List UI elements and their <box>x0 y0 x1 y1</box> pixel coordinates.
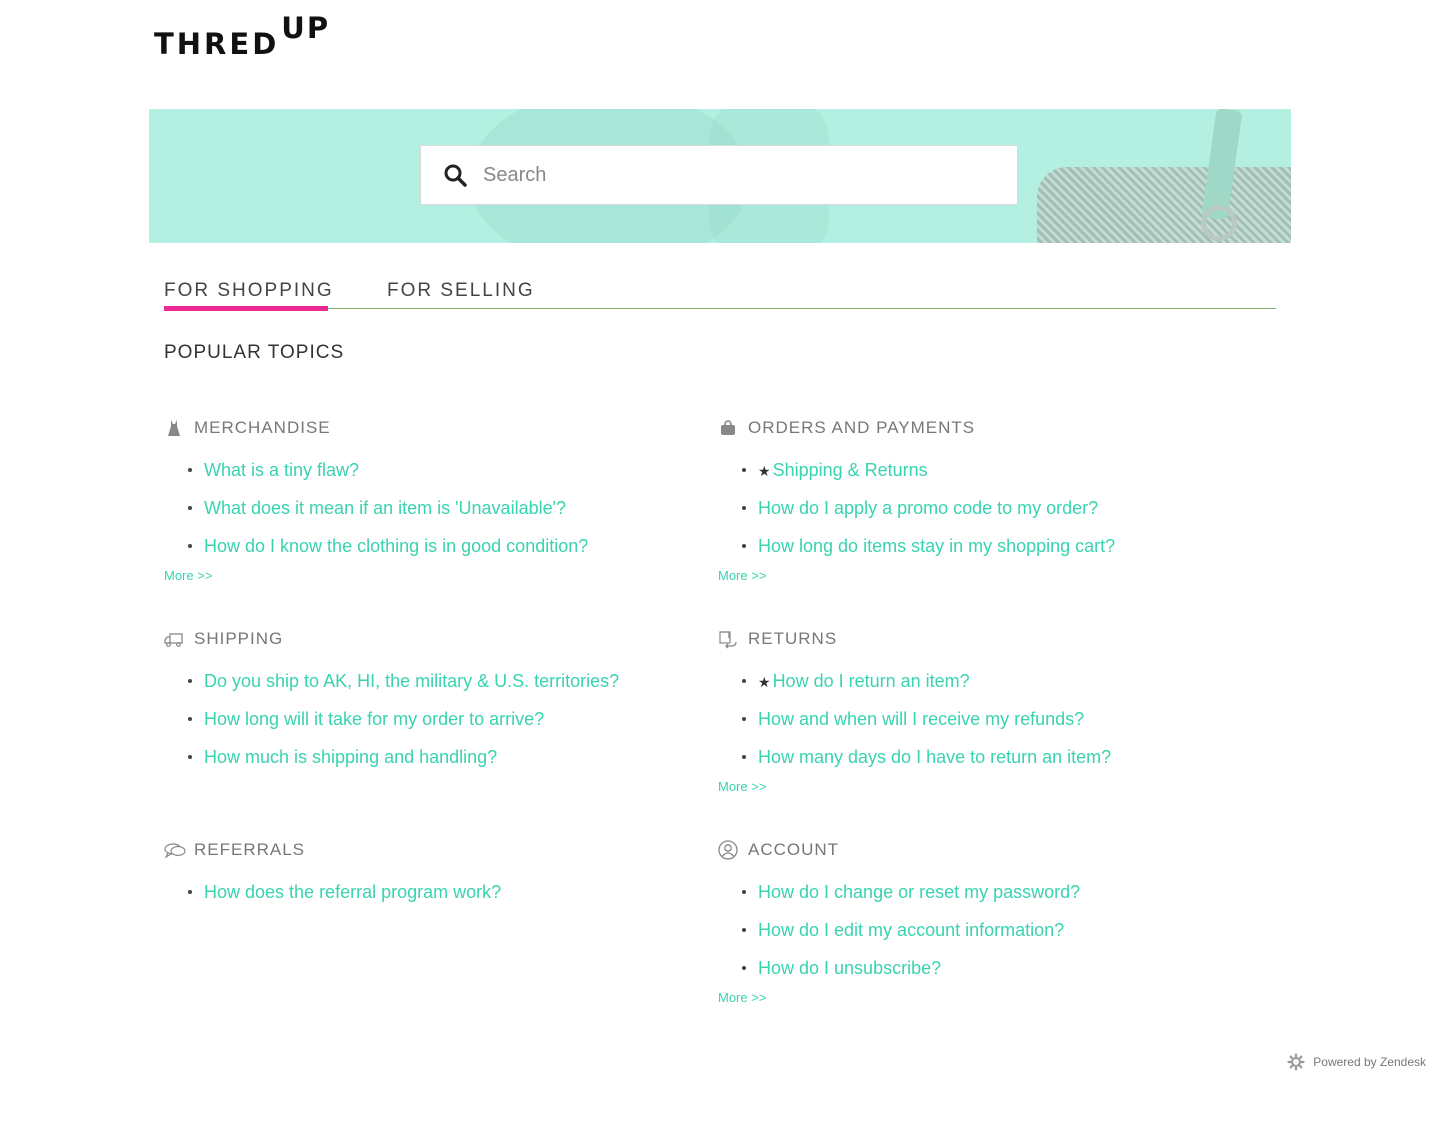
list-item: How many days do I have to return an ite… <box>718 745 1238 783</box>
popular-topics-heading: POPULAR TOPICS <box>164 342 345 363</box>
section-title: MERCHANDISE <box>194 418 331 437</box>
article-link[interactable]: What does it mean if an item is 'Unavail… <box>204 498 566 518</box>
star-icon: ★ <box>758 674 771 690</box>
article-link[interactable]: How and when will I receive my refunds? <box>758 709 1084 729</box>
article-link[interactable]: How do I apply a promo code to my order? <box>758 498 1098 518</box>
section-title: RETURNS <box>748 629 838 648</box>
section-title: SHIPPING <box>194 629 284 648</box>
article-link[interactable]: How do I know the clothing is in good co… <box>204 536 588 556</box>
list-item: How and when will I receive my refunds? <box>718 707 1238 745</box>
search-icon <box>443 163 467 187</box>
section-shipping: SHIPPING Do you ship to AK, HI, the mili… <box>164 627 684 783</box>
article-link[interactable]: How do I change or reset my password? <box>758 882 1080 902</box>
user-icon <box>718 840 738 860</box>
article-link[interactable]: How long will it take for my order to ar… <box>204 709 544 729</box>
section-orders-and-payments: ORDERS AND PAYMENTS ★ Shipping & Returns … <box>718 416 1238 583</box>
logo-text: THRED <box>154 27 280 61</box>
list-item: How does the referral program work? <box>164 880 684 918</box>
list-item: How much is shipping and handling? <box>164 745 684 783</box>
list-item: How do I change or reset my password? <box>718 880 1238 918</box>
section-referrals: REFERRALS How does the referral program … <box>164 838 684 918</box>
dress-icon <box>164 418 184 438</box>
section-title: ORDERS AND PAYMENTS <box>748 418 976 437</box>
article-link[interactable]: How do I return an item? <box>773 671 970 691</box>
star-icon: ★ <box>758 463 771 479</box>
list-item: ★ How do I return an item? <box>718 669 1238 707</box>
list-item: How do I apply a promo code to my order? <box>718 496 1238 534</box>
gear-icon <box>1287 1053 1305 1071</box>
article-link[interactable]: How much is shipping and handling? <box>204 747 497 767</box>
article-link[interactable]: How many days do I have to return an ite… <box>758 747 1111 767</box>
logo-superscript: UP <box>281 11 331 45</box>
article-link[interactable]: Shipping & Returns <box>773 460 928 480</box>
thredup-logo[interactable]: THREDUP <box>154 11 331 59</box>
article-link[interactable]: What is a tiny flaw? <box>204 460 359 480</box>
truck-icon <box>164 629 184 649</box>
chat-icon <box>164 840 186 860</box>
footer-text: Powered by Zendesk <box>1313 1055 1426 1069</box>
search-input[interactable] <box>481 162 965 188</box>
tab-for-shopping[interactable]: FOR SHOPPING <box>164 280 334 302</box>
list-item: What is a tiny flaw? <box>164 458 684 496</box>
section-title: ACCOUNT <box>748 840 840 859</box>
list-item: How do I unsubscribe? <box>718 956 1238 994</box>
category-tabs: FOR SHOPPING FOR SELLING <box>164 278 1276 311</box>
article-link[interactable]: How do I edit my account information? <box>758 920 1064 940</box>
article-link[interactable]: Do you ship to AK, HI, the military & U.… <box>204 671 619 691</box>
powered-by-zendesk[interactable]: Powered by Zendesk <box>1287 1053 1426 1071</box>
list-item: ★ Shipping & Returns <box>718 458 1238 496</box>
list-item: How long will it take for my order to ar… <box>164 707 684 745</box>
tab-for-selling[interactable]: FOR SELLING <box>387 280 535 302</box>
list-item: How do I edit my account information? <box>718 918 1238 956</box>
list-item: How long do items stay in my shopping ca… <box>718 534 1238 572</box>
section-merchandise: MERCHANDISE What is a tiny flaw? What do… <box>164 416 684 583</box>
return-icon <box>718 629 738 649</box>
section-account: ACCOUNT How do I change or reset my pass… <box>718 838 1238 1005</box>
bag-icon <box>718 418 738 438</box>
section-title: REFERRALS <box>194 840 306 859</box>
article-link[interactable]: How do I unsubscribe? <box>758 958 941 978</box>
list-item: What does it mean if an item is 'Unavail… <box>164 496 684 534</box>
article-link[interactable]: How does the referral program work? <box>204 882 501 902</box>
list-item: Do you ship to AK, HI, the military & U.… <box>164 669 684 707</box>
search-box[interactable] <box>420 145 1018 205</box>
section-returns: RETURNS ★ How do I return an item? How an… <box>718 627 1238 794</box>
list-item: How do I know the clothing is in good co… <box>164 534 684 572</box>
active-tab-indicator <box>164 306 328 311</box>
article-link[interactable]: How long do items stay in my shopping ca… <box>758 536 1115 556</box>
